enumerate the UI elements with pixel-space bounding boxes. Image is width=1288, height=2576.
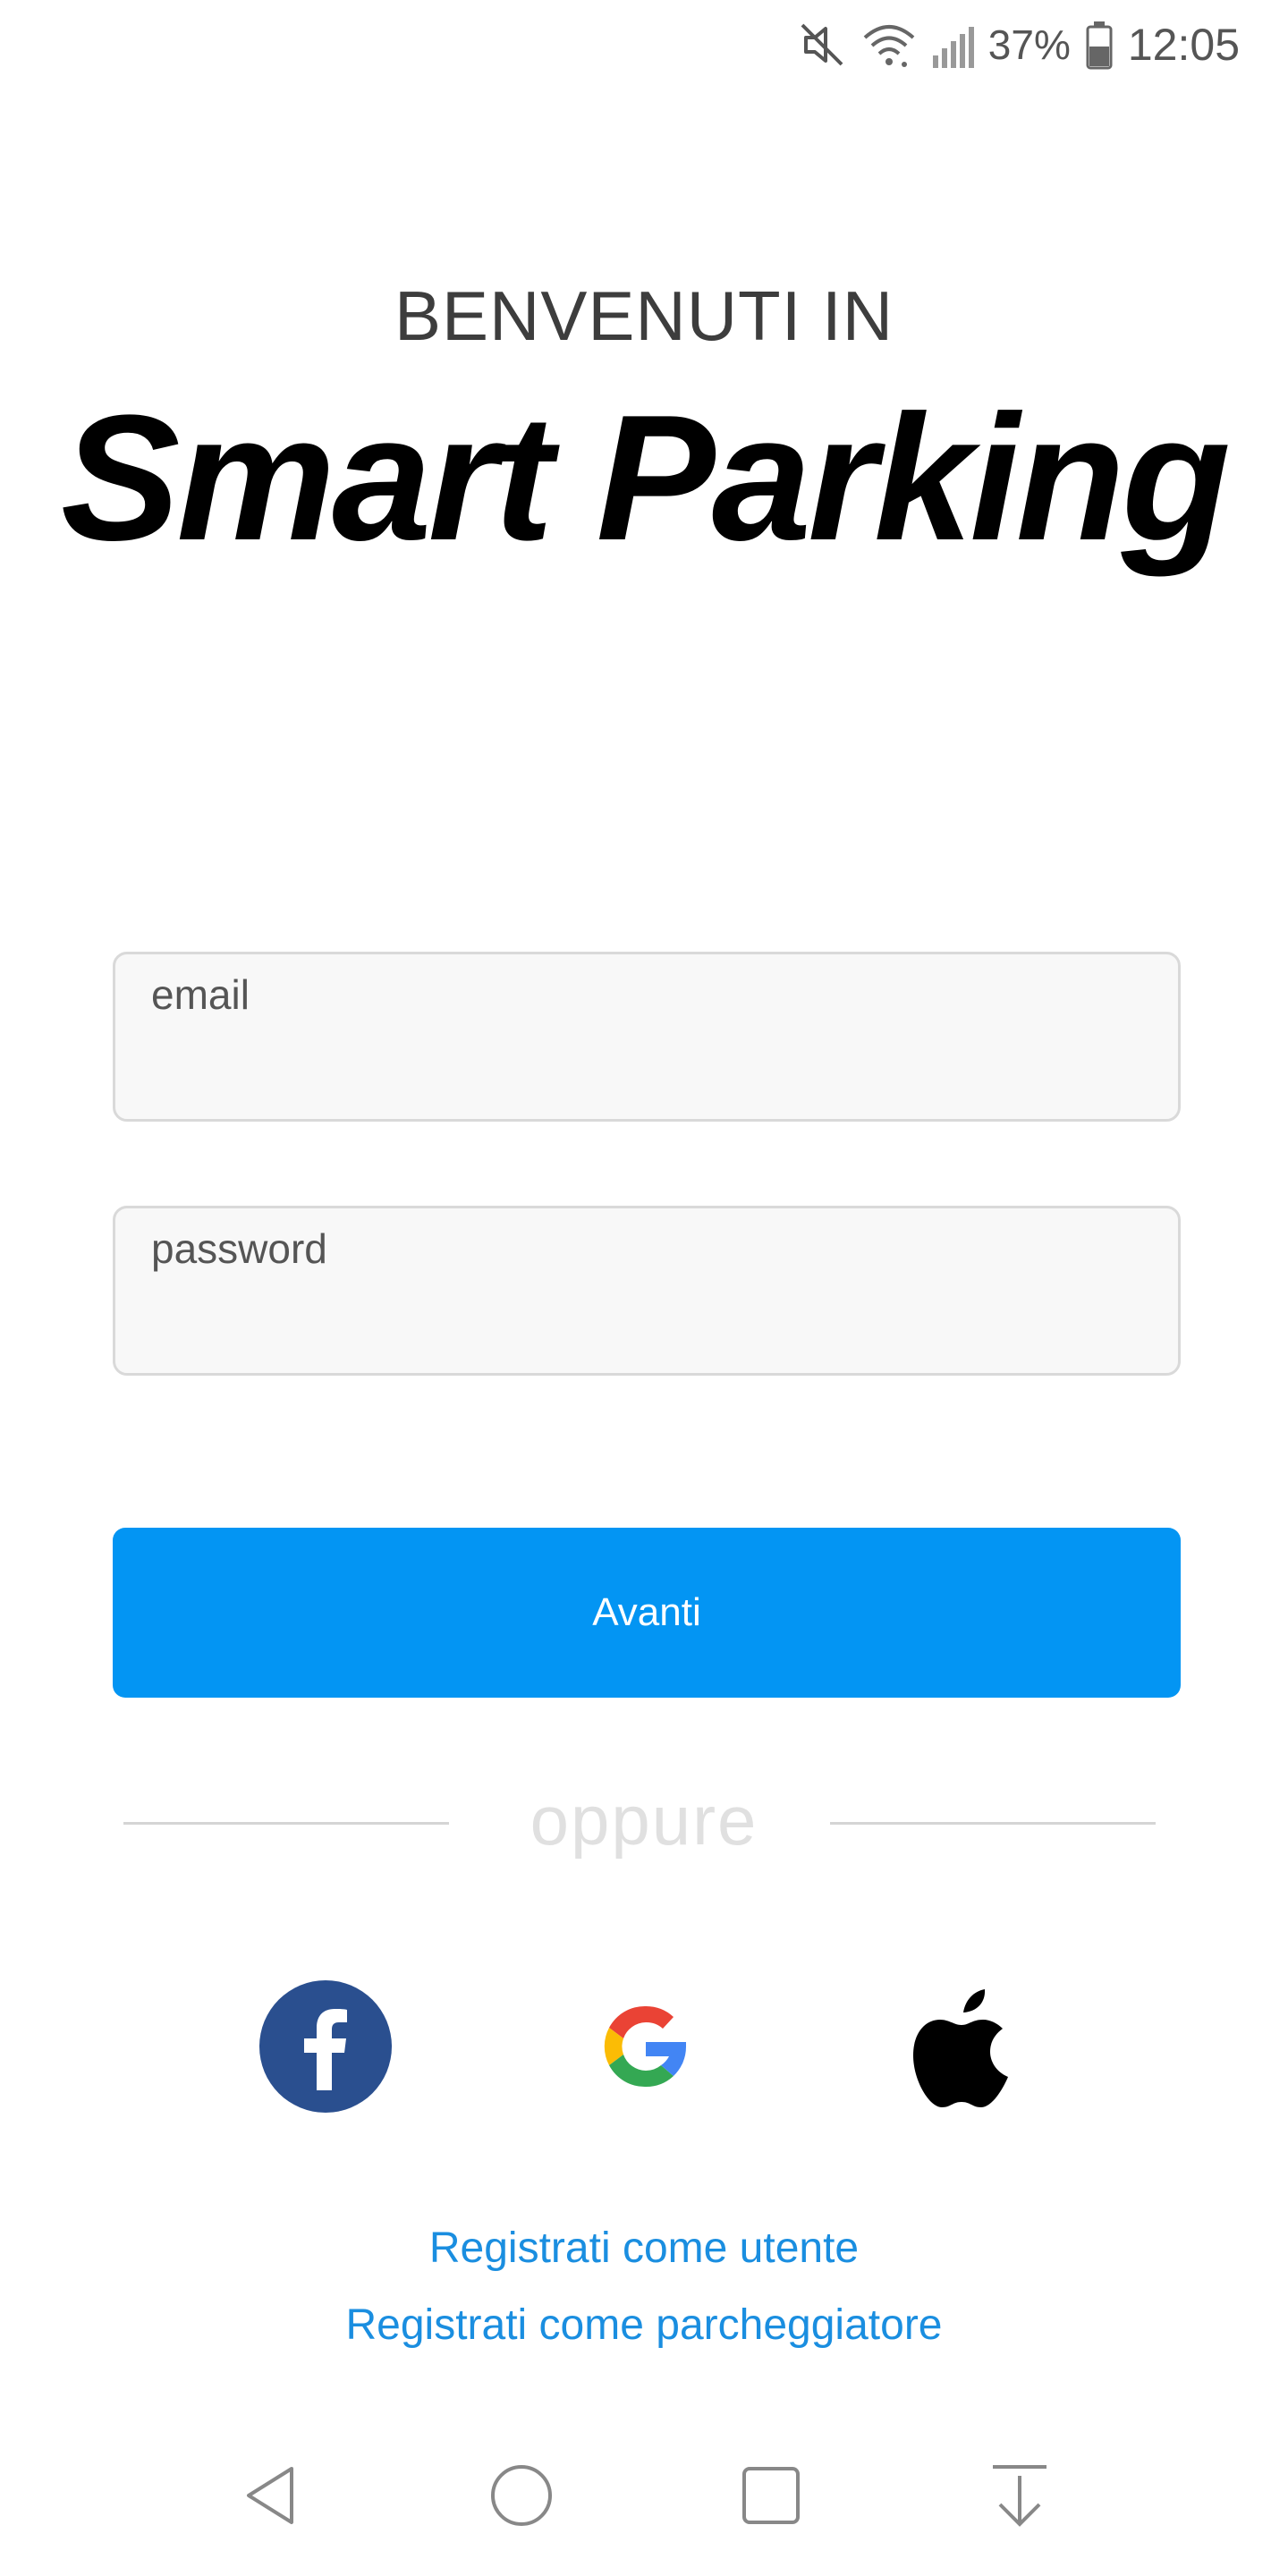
signal-icon xyxy=(931,20,978,70)
home-button[interactable] xyxy=(477,2451,566,2540)
status-bar: 37% 12:05 xyxy=(751,0,1288,89)
back-icon xyxy=(247,2467,293,2524)
register-user-link[interactable]: Registrati come utente xyxy=(0,2224,1288,2273)
wifi-icon xyxy=(861,20,917,70)
app-title: Smart Parking xyxy=(60,378,1231,578)
register-parker-link[interactable]: Registrati come parcheggiatore xyxy=(0,2301,1288,2350)
google-icon xyxy=(604,2005,687,2088)
system-nav-bar xyxy=(0,2415,1288,2576)
avanti-button[interactable]: Avanti xyxy=(113,1528,1181,1698)
email-input[interactable] xyxy=(151,1035,1142,1101)
email-field[interactable]: email xyxy=(113,952,1181,1122)
facebook-icon xyxy=(259,1980,392,2113)
divider-line-right xyxy=(830,1822,1156,1825)
email-label: email xyxy=(151,971,250,1018)
apple-login-button[interactable] xyxy=(889,1975,1032,2118)
divider-label: oppure xyxy=(530,1781,758,1860)
password-input[interactable] xyxy=(151,1289,1142,1355)
notification-pull-button[interactable] xyxy=(975,2451,1064,2540)
welcome-text: BENVENUTI IN xyxy=(394,276,894,355)
google-login-button[interactable] xyxy=(574,1975,717,2118)
mute-icon xyxy=(797,20,847,70)
password-label: password xyxy=(151,1225,327,1272)
password-field[interactable]: password xyxy=(113,1206,1181,1376)
battery-icon xyxy=(1085,20,1114,70)
battery-percent: 37% xyxy=(987,21,1071,68)
home-icon xyxy=(491,2465,552,2526)
facebook-login-button[interactable] xyxy=(254,1975,397,2118)
recents-button[interactable] xyxy=(726,2451,816,2540)
back-button[interactable] xyxy=(227,2451,317,2540)
recents-icon xyxy=(742,2467,800,2524)
clock: 12:05 xyxy=(1127,20,1240,70)
apple-icon xyxy=(913,1989,1008,2107)
notification-pull-icon xyxy=(993,2465,1046,2527)
